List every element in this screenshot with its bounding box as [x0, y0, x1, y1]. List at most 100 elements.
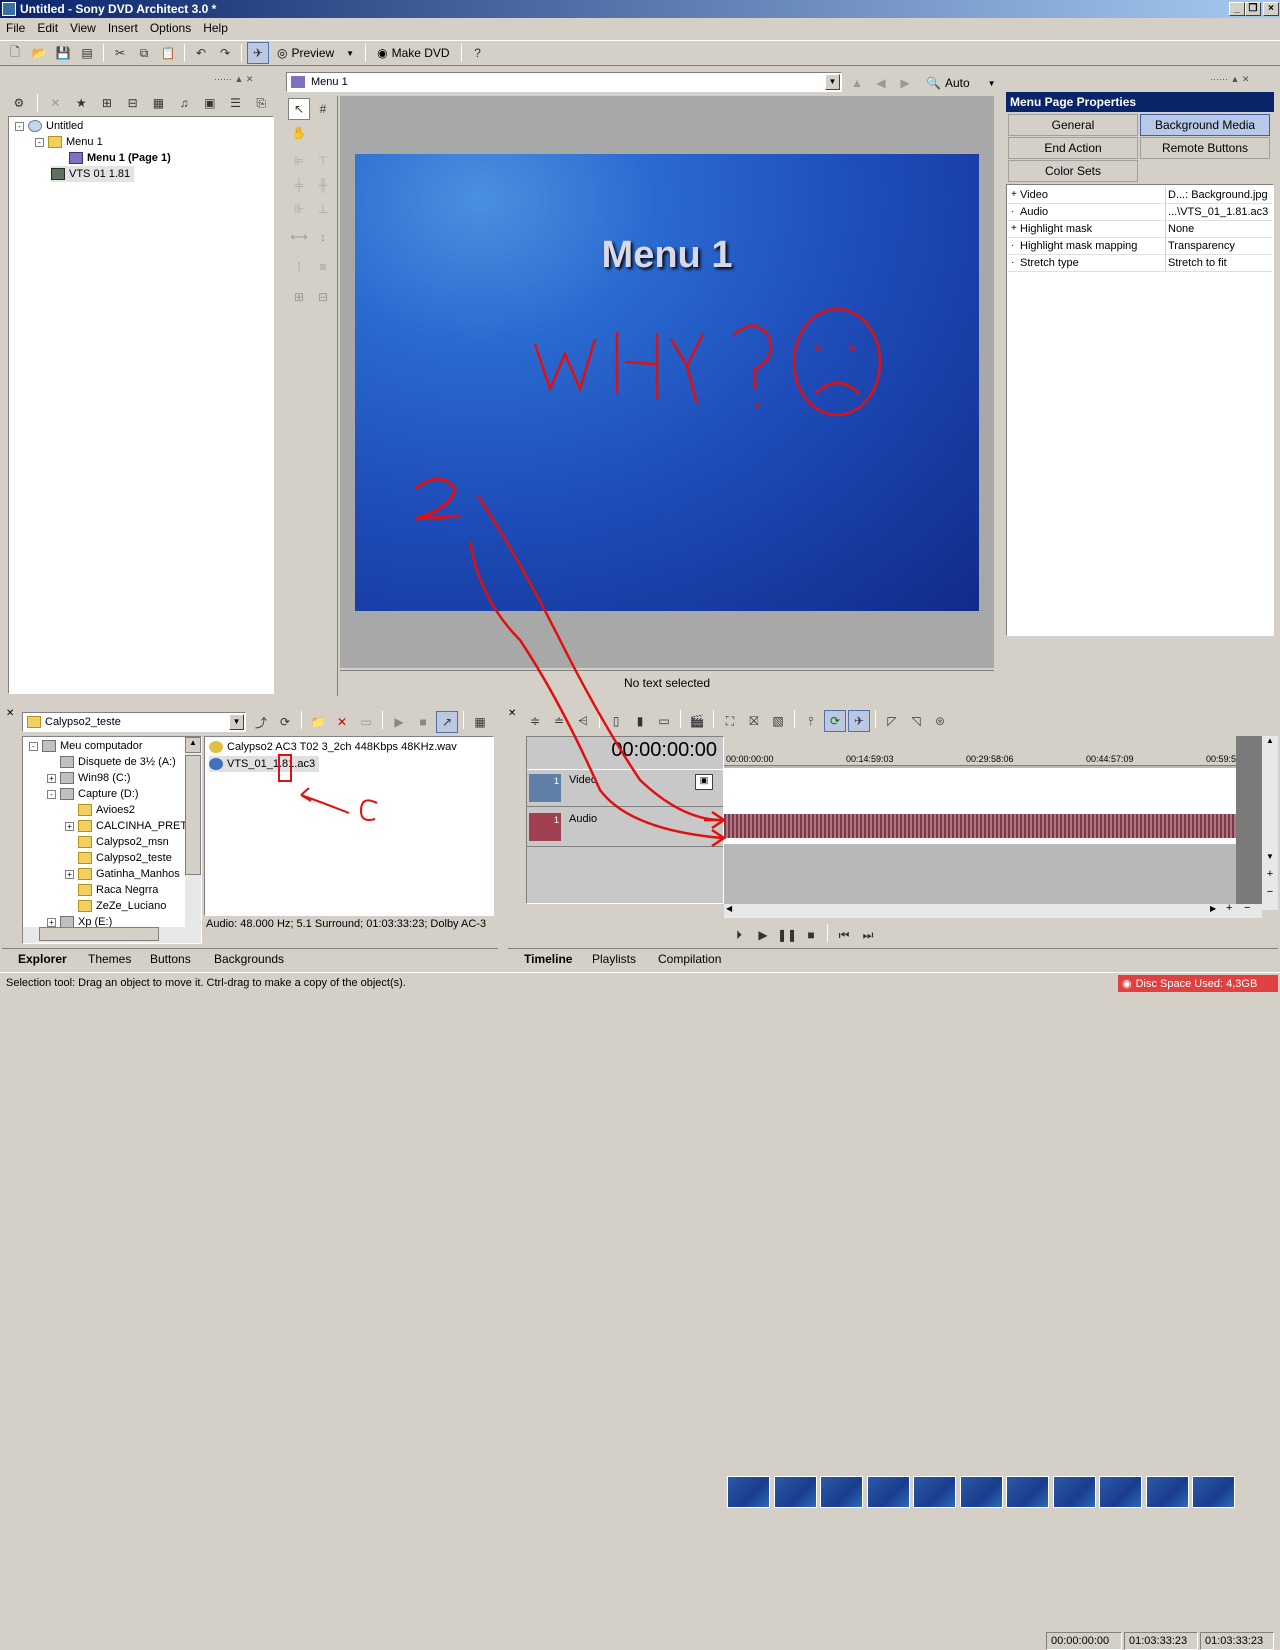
- maximize-button[interactable]: ❐: [1245, 2, 1261, 16]
- menu-file[interactable]: File: [0, 21, 31, 35]
- tab-playlists[interactable]: Playlists: [582, 949, 646, 969]
- selection-start-time[interactable]: 00:00:00:00: [1046, 1632, 1122, 1650]
- expander[interactable]: -: [29, 741, 38, 751]
- center-horizontal-icon[interactable]: ⊞: [288, 286, 310, 308]
- delete-icon[interactable]: ✕: [45, 92, 67, 114]
- crop-icon[interactable]: ◸: [881, 710, 903, 732]
- folder-tree-item[interactable]: Calypso2_teste: [65, 850, 172, 866]
- property-row-stretch-type[interactable]: · Stretch type Stretch to fit: [1008, 255, 1272, 272]
- track-output-icon[interactable]: ▣: [695, 774, 713, 790]
- folder-selector[interactable]: Calypso2_teste ▼: [22, 712, 246, 732]
- space-vertical-icon[interactable]: ≡: [312, 256, 334, 278]
- align-left-icon[interactable]: ⊫: [288, 150, 310, 172]
- star-icon[interactable]: ★: [70, 92, 92, 114]
- timeline-vscroll[interactable]: ▲ ▼ + −: [1262, 736, 1278, 910]
- insert-icon[interactable]: ≐: [548, 710, 570, 732]
- expander[interactable]: +: [47, 773, 56, 783]
- scrollbar-vertical[interactable]: ▲: [185, 737, 201, 943]
- track-header-audio[interactable]: 1 Audio: [527, 809, 723, 847]
- auto-ripple-icon[interactable]: ✈: [848, 710, 870, 732]
- tab-background-media[interactable]: Background Media: [1140, 114, 1270, 136]
- property-row-audio[interactable]: · Audio ...\VTS_01_1.81.ac3: [1008, 204, 1272, 221]
- folder-tree-item[interactable]: ZeZe_Luciano: [65, 898, 166, 914]
- tab-general[interactable]: General: [1008, 114, 1138, 136]
- loop-icon[interactable]: ⊛: [929, 710, 951, 732]
- same-width-icon[interactable]: ⟷: [288, 226, 310, 248]
- go-to-end-icon[interactable]: ⏭: [857, 924, 879, 946]
- open-folder-icon[interactable]: 📂: [28, 42, 50, 64]
- folder-tree-item[interactable]: - Meu computador: [29, 738, 143, 754]
- trim-icon[interactable]: ⩤: [572, 710, 594, 732]
- tree-item-menu-page[interactable]: Menu 1 (Page 1): [69, 150, 171, 166]
- tab-explorer[interactable]: Explorer: [8, 949, 77, 969]
- marker-icon[interactable]: ⛶: [719, 710, 741, 732]
- scroll-left-icon[interactable]: ◀: [726, 904, 732, 913]
- space-horizontal-icon[interactable]: ⁞: [288, 256, 310, 278]
- snap-icon[interactable]: ⟳: [824, 710, 846, 732]
- add-page-icon[interactable]: ⊟: [122, 92, 144, 114]
- zoom-out-icon[interactable]: −: [1244, 902, 1250, 914]
- nav-next-icon[interactable]: ▶: [894, 72, 916, 94]
- menu-insert[interactable]: Insert: [102, 21, 144, 35]
- folder-tree-item[interactable]: Disquete de 3½ (A:): [47, 754, 176, 770]
- close-icon[interactable]: ✕: [508, 708, 516, 719]
- copy-icon[interactable]: ⧉: [133, 42, 155, 64]
- folder-tree-item[interactable]: Raca Negrra: [65, 882, 158, 898]
- scroll-down-icon[interactable]: ▼: [1262, 852, 1278, 861]
- play-icon[interactable]: ▶: [752, 924, 774, 946]
- make-dvd-button[interactable]: ◉ Make DVD: [371, 42, 456, 64]
- tab-compilation[interactable]: Compilation: [648, 949, 731, 969]
- go-to-start-icon[interactable]: ⏮: [833, 924, 855, 946]
- properties-icon[interactable]: ▤: [76, 42, 98, 64]
- menu-view[interactable]: View: [64, 21, 102, 35]
- settings-icon[interactable]: ⚙: [8, 92, 30, 114]
- audio-track-lane[interactable]: [724, 808, 1236, 844]
- menu-selector[interactable]: Menu 1 ▼: [286, 72, 842, 92]
- tab-backgrounds[interactable]: Backgrounds: [204, 949, 294, 969]
- delete-icon[interactable]: ✕: [331, 711, 353, 733]
- folder-tree-item[interactable]: Calypso2_msn: [65, 834, 169, 850]
- subtitle-icon[interactable]: ▧: [767, 710, 789, 732]
- export-icon[interactable]: ⎘: [250, 92, 272, 114]
- music-icon[interactable]: ♫: [173, 92, 195, 114]
- tree-item-vts[interactable]: VTS 01 1.81: [51, 166, 135, 182]
- property-row-highlight-mapping[interactable]: · Highlight mask mapping Transparency: [1008, 238, 1272, 255]
- scroll-up-icon[interactable]: ▲: [1262, 736, 1278, 750]
- stop-icon[interactable]: ■: [412, 711, 434, 733]
- region-icon[interactable]: ⛝: [743, 710, 765, 732]
- cut-icon[interactable]: ✂: [109, 42, 131, 64]
- slideshow-icon[interactable]: ▣: [199, 92, 221, 114]
- folder-tree-item[interactable]: + CALCINHA_PRET: [65, 818, 187, 834]
- align-bottom-icon[interactable]: ⊥: [312, 198, 334, 220]
- property-row-video[interactable]: + Video D...: Background.jpg: [1008, 187, 1272, 204]
- pause-icon[interactable]: ❚❚: [776, 924, 798, 946]
- undo-icon[interactable]: ↶: [190, 42, 212, 64]
- align-center-icon[interactable]: ╪: [288, 174, 310, 196]
- folder-tree-item[interactable]: Avioes2: [65, 802, 135, 818]
- tab-color-sets[interactable]: Color Sets: [1008, 160, 1138, 182]
- align-top-icon[interactable]: ⊤: [312, 150, 334, 172]
- grid-tool-icon[interactable]: #: [312, 98, 334, 120]
- tree-item-project[interactable]: - Untitled: [15, 118, 83, 134]
- nav-prev-icon[interactable]: ◀: [870, 72, 892, 94]
- close-button[interactable]: ×: [1263, 2, 1279, 16]
- minimize-button[interactable]: _: [1229, 2, 1245, 16]
- zoom-selector[interactable]: 🔍 Auto ▼: [926, 74, 996, 92]
- folder-tree-item[interactable]: + Gatinha_Manhos: [65, 866, 180, 882]
- track-header-video[interactable]: 1 Video ▣: [527, 769, 723, 807]
- timeline-hscroll[interactable]: ◀ ▶ + −: [724, 902, 1262, 918]
- expander[interactable]: -: [47, 789, 56, 799]
- pointer-tool-icon[interactable]: ↖: [288, 98, 310, 120]
- new-folder-icon[interactable]: 📁: [307, 711, 329, 733]
- new-file-icon[interactable]: 🗋: [4, 42, 26, 64]
- expander[interactable]: +: [65, 821, 74, 831]
- folder-view-icon[interactable]: ▭: [355, 711, 377, 733]
- chapter-prev-icon[interactable]: ▭: [653, 710, 675, 732]
- menu-background[interactable]: Menu 1 WHY? 2: [355, 154, 979, 611]
- whats-this-icon[interactable]: ?: [467, 42, 489, 64]
- preview-button[interactable]: ◎ Preview ▼: [271, 42, 360, 64]
- scroll-up-icon[interactable]: ▲: [185, 737, 201, 753]
- scroll-right-icon[interactable]: ▶: [1210, 904, 1216, 913]
- auto-preview-icon[interactable]: ↗: [436, 711, 458, 733]
- close-icon[interactable]: ✕: [6, 708, 14, 719]
